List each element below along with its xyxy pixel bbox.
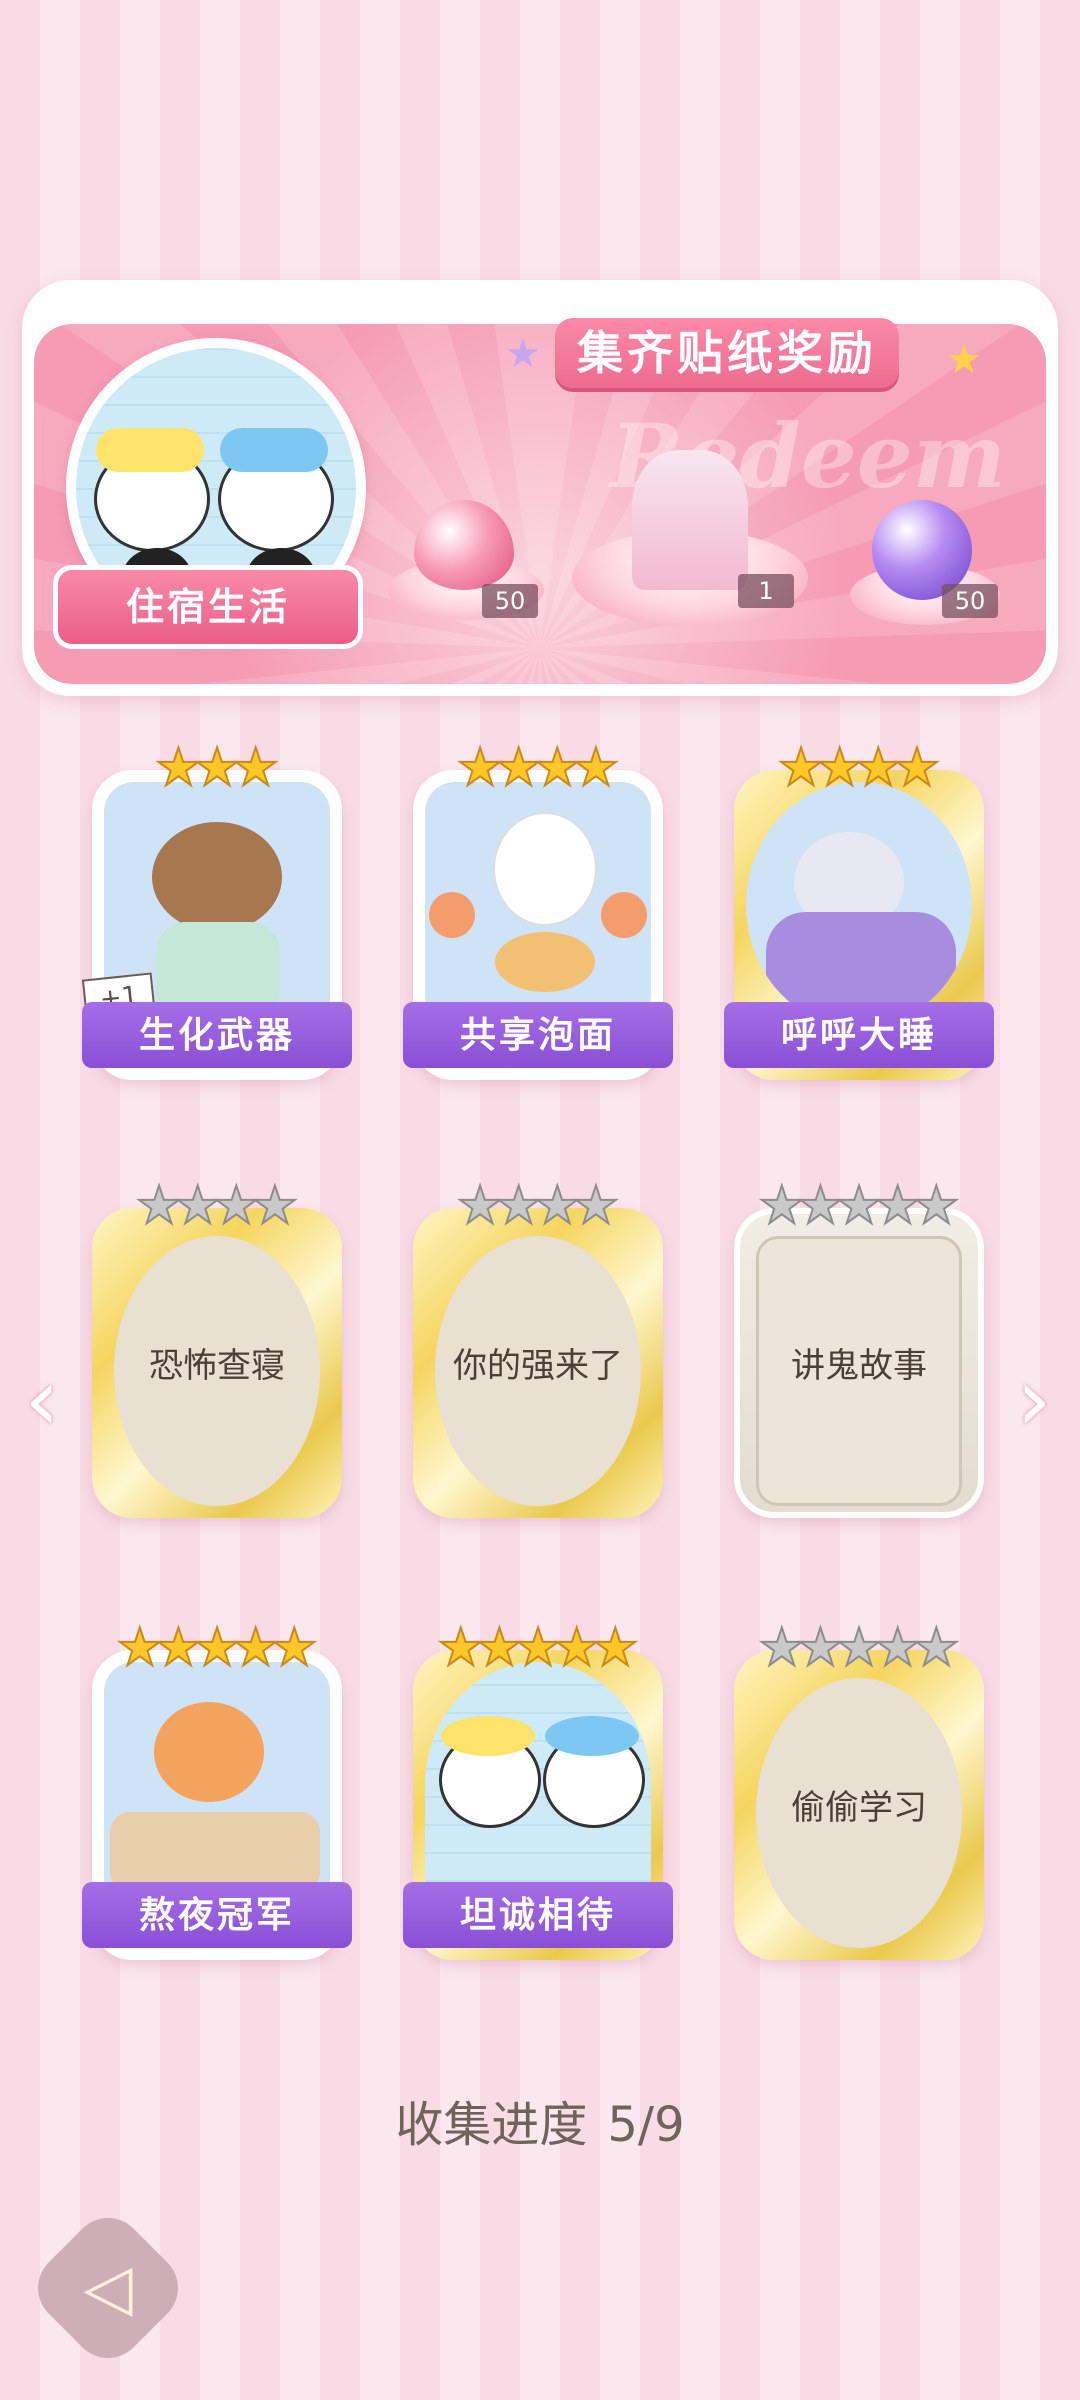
star-rating-4: ★★★★: [456, 1176, 620, 1236]
star-rating-3: ★★★: [154, 738, 280, 798]
star-rating-5: ★★★★★: [115, 1618, 318, 1678]
shower-cap: [220, 428, 328, 472]
sticker-card-locked[interactable]: ★★★★★ 偷偷学习: [734, 1618, 984, 1960]
noodle-cup: [601, 892, 647, 938]
sticker-name: 共享泡面: [403, 1002, 673, 1068]
bunny-head: [493, 812, 597, 926]
star-rating-4: ★★★★: [456, 738, 620, 798]
noodle-bowl: [495, 932, 595, 992]
sticker-name: 熬夜冠军: [82, 1882, 352, 1948]
collection-progress: 收集进度 5/9: [0, 2085, 1080, 2155]
star-decoration-icon: ★: [946, 337, 982, 383]
reward-count: 50: [942, 584, 998, 618]
back-arrow-icon[interactable]: ◁: [48, 2228, 168, 2348]
sticker-name: 坦诚相待: [403, 1882, 673, 1948]
sleeping-boy-illustration: [746, 782, 972, 1028]
sticker-name: 恐怖查寝: [149, 1346, 285, 1386]
banner-title: 集齐贴纸奖励: [555, 318, 899, 388]
capybara-head: [152, 822, 282, 932]
noodle-cup: [429, 892, 475, 938]
progress-label: 收集进度: [395, 2097, 588, 2153]
theme-label: 住宿生活: [58, 570, 358, 644]
sticker-card[interactable]: ★★★★★ 坦诚相待: [403, 1618, 673, 1960]
sticker-name: 呼呼大睡: [724, 1002, 994, 1068]
shower-cap: [96, 428, 204, 472]
next-page-arrow[interactable]: ›: [1014, 1356, 1054, 1444]
pandas-bath-illustration: [425, 1662, 651, 1908]
night-owl-boy-illustration: [104, 1662, 330, 1908]
prev-page-arrow[interactable]: ‹: [22, 1356, 62, 1444]
orange-hair-head: [154, 1702, 264, 1802]
sticker-card[interactable]: ★★★ +1 生化武器: [81, 738, 352, 1080]
star-rating-5: ★★★★★: [436, 1618, 639, 1678]
sticker-card[interactable]: ★★★★ 共享泡面: [403, 738, 673, 1080]
dress-outfit-icon[interactable]: [632, 450, 748, 590]
reward-count: 1: [738, 574, 794, 608]
star-rating-5: ★★★★★: [757, 1618, 960, 1678]
star-decoration-icon: ★: [505, 331, 541, 377]
sticker-card[interactable]: ★★★★★ 熬夜冠军: [82, 1618, 352, 1960]
bed: [110, 1812, 320, 1892]
sticker-name: 你的强来了: [453, 1346, 623, 1386]
sticker-card-locked[interactable]: ★★★★★ 讲鬼故事: [734, 1176, 984, 1518]
shower-cap: [441, 1716, 535, 1756]
sticker-name: 讲鬼故事: [791, 1346, 927, 1386]
reward-count: 50: [482, 584, 538, 618]
bunny-noodles-illustration: [425, 782, 651, 1028]
shower-cap: [545, 1716, 639, 1756]
progress-value: 5/9: [607, 2097, 685, 2153]
star-rating-4: ★★★★: [135, 1176, 299, 1236]
sticker-card-locked[interactable]: ★★★★ 你的强来了: [413, 1176, 663, 1518]
sticker-name: 生化武器: [82, 1002, 352, 1068]
sticker-name: 偷偷学习: [791, 1788, 927, 1828]
star-rating-4: ★★★★: [777, 738, 941, 798]
sticker-card[interactable]: ★★★★ 呼呼大睡: [724, 738, 994, 1080]
sticker-card-locked[interactable]: ★★★★ 恐怖查寝: [92, 1176, 342, 1518]
star-rating-5: ★★★★★: [757, 1176, 960, 1236]
